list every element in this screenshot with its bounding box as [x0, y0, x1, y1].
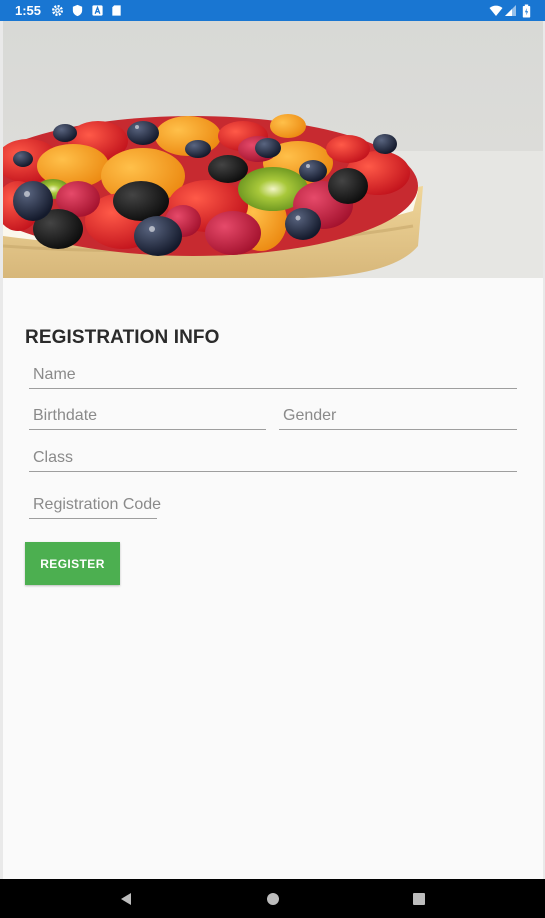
- home-button[interactable]: [253, 879, 293, 918]
- back-button[interactable]: [106, 879, 146, 918]
- recents-icon: [413, 892, 425, 905]
- registration-screen: REGISTRATION INFO REGISTER: [3, 21, 543, 879]
- status-bar: 1:55: [0, 0, 545, 21]
- birthdate-field[interactable]: [29, 403, 270, 430]
- battery-icon: [522, 4, 531, 18]
- home-icon: [267, 892, 279, 905]
- class-input[interactable]: [29, 445, 521, 471]
- fruit-tart-image: [3, 21, 543, 278]
- name-field[interactable]: [29, 362, 521, 389]
- registration-code-field[interactable]: [29, 492, 161, 519]
- a-badge-icon: [92, 5, 103, 16]
- wifi-icon: [489, 5, 503, 16]
- register-button[interactable]: REGISTER: [25, 542, 120, 585]
- navigation-bar: [0, 879, 545, 918]
- gender-field[interactable]: [279, 403, 521, 430]
- back-icon: [121, 892, 131, 905]
- recents-button[interactable]: [399, 879, 439, 918]
- status-time: 1:55: [15, 3, 42, 18]
- registration-code-input[interactable]: [29, 492, 161, 518]
- signal-icon: [505, 5, 516, 16]
- shield-icon: [72, 4, 83, 17]
- page-title: REGISTRATION INFO: [25, 327, 220, 348]
- birthdate-input[interactable]: [29, 403, 270, 429]
- sd-card-icon: [112, 5, 121, 16]
- gear-icon: [52, 5, 63, 16]
- class-field[interactable]: [29, 445, 521, 472]
- gender-input[interactable]: [279, 403, 521, 429]
- name-input[interactable]: [29, 362, 521, 388]
